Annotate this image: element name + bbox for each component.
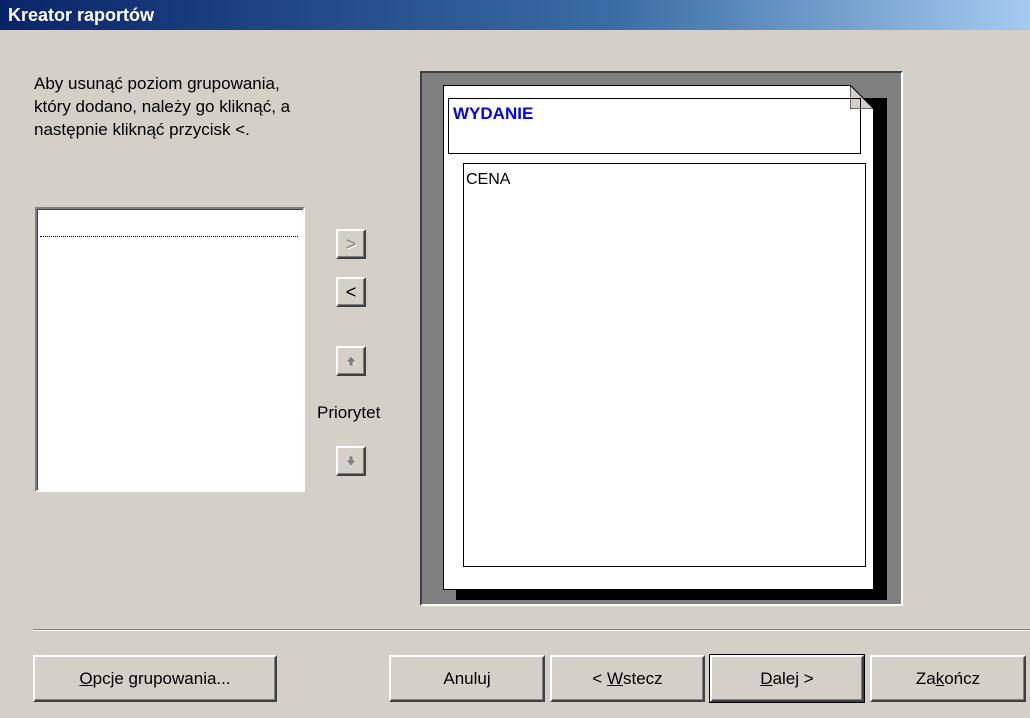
finish-button[interactable]: Zakończ xyxy=(870,655,1026,702)
detail-field-label: CENA xyxy=(466,171,511,188)
title-bar: Kreator raportów xyxy=(0,0,1030,30)
arrow-up-icon xyxy=(345,355,357,367)
grouping-levels-list[interactable] xyxy=(35,207,305,492)
detail-section-box xyxy=(463,163,866,567)
remove-level-button[interactable]: < xyxy=(336,277,366,307)
finish-label: Zakończ xyxy=(915,668,981,688)
priority-up-button[interactable] xyxy=(336,346,366,376)
add-level-label: > xyxy=(345,233,357,254)
next-label: Dalej > xyxy=(760,668,814,688)
grouping-options-button[interactable]: Opcje grupowania... xyxy=(33,655,277,702)
back-label: < Wstecz xyxy=(592,668,663,688)
cancel-label: Anuluj xyxy=(443,668,491,688)
cancel-button[interactable]: Anuluj xyxy=(389,655,545,702)
instructions-text: Aby usunąć poziom grupowania, który doda… xyxy=(34,74,291,139)
group-level-label: WYDANIE xyxy=(453,104,534,123)
priority-label: Priorytet xyxy=(317,403,381,422)
arrow-down-icon xyxy=(345,455,357,467)
window-title: Kreator raportów xyxy=(8,4,155,25)
priority-down-button[interactable] xyxy=(336,446,366,476)
button-separator xyxy=(33,629,1030,631)
back-button[interactable]: < Wstecz xyxy=(550,655,705,702)
grouping-options-label: Opcje grupowania... xyxy=(79,668,231,688)
add-level-button[interactable]: > xyxy=(336,229,366,259)
next-button[interactable]: Dalej > xyxy=(709,654,865,703)
remove-level-label: < xyxy=(345,281,357,302)
list-item[interactable] xyxy=(40,212,298,237)
